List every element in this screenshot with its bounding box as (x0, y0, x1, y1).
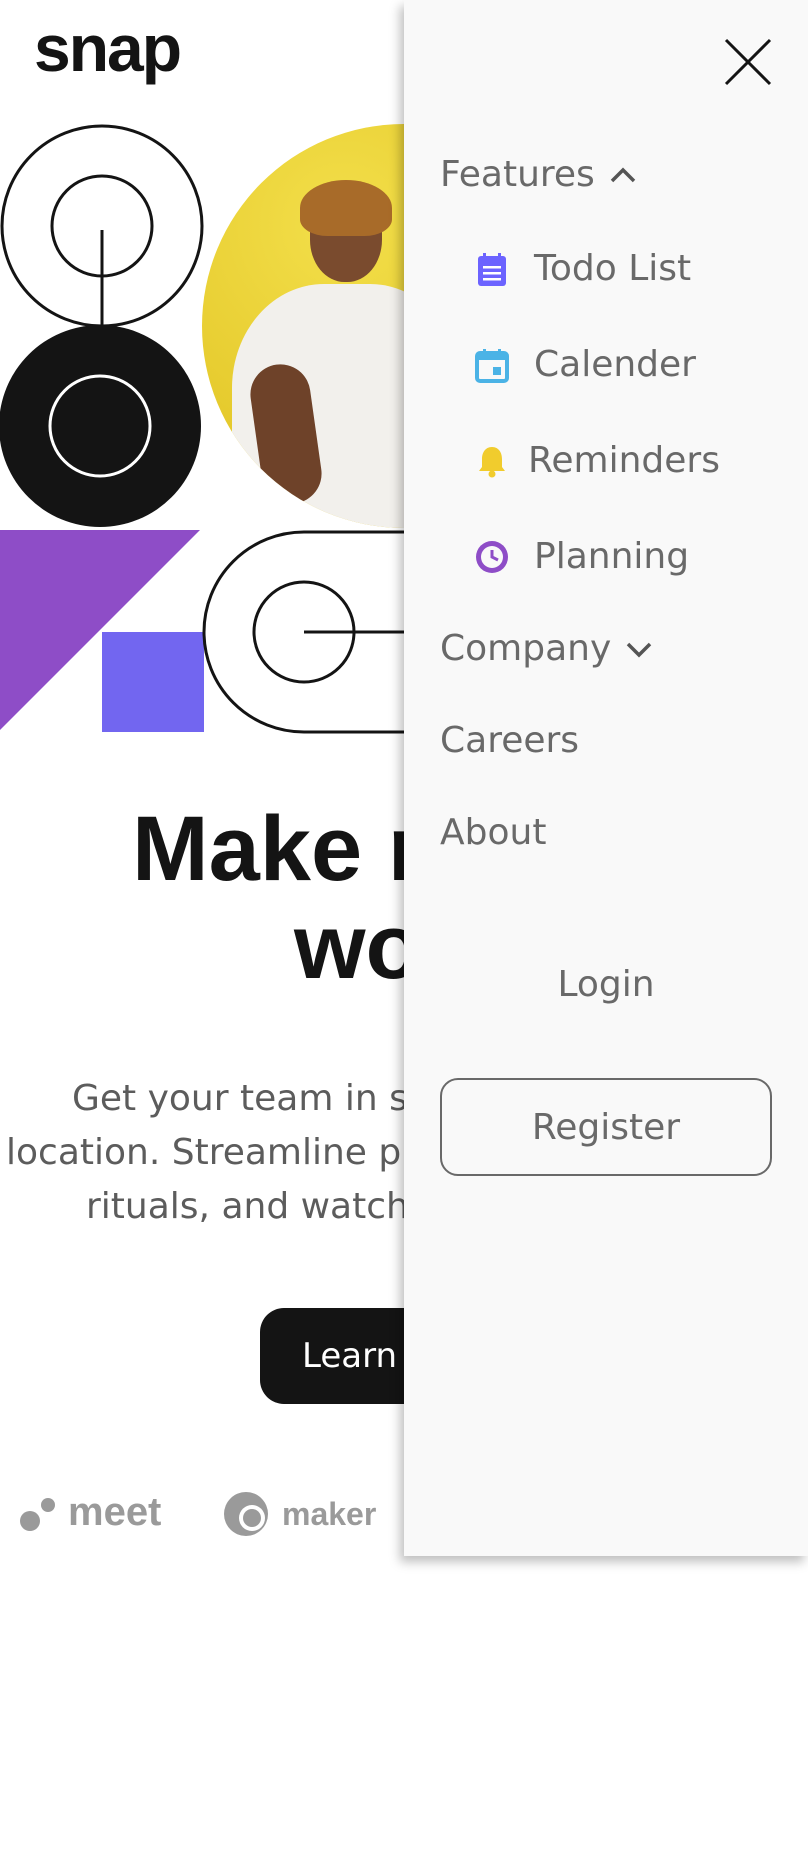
todo-list-icon (478, 252, 506, 286)
brand-maker: maker (222, 1490, 376, 1538)
reminders-label: Reminders (528, 440, 720, 481)
black-circle-shape (0, 325, 201, 527)
planning-label: Planning (534, 536, 690, 577)
careers-label: Careers (440, 720, 580, 761)
clock-icon (476, 540, 508, 573)
menu-item-careers[interactable]: Careers (440, 720, 579, 761)
calendar-label: Calender (534, 344, 696, 385)
mobile-nav-drawer: Features Todo List Calender Reminders Pl… (404, 0, 808, 1556)
brand-meet: meet (18, 1490, 161, 1535)
submenu-item-planning[interactable]: Planning (474, 536, 689, 577)
chevron-down-icon (627, 642, 652, 657)
todo-list-label: Todo List (534, 248, 692, 289)
chevron-up-icon (610, 167, 636, 182)
bell-icon (479, 446, 505, 477)
person-hair (300, 180, 392, 236)
close-icon (724, 38, 772, 86)
submenu-item-calendar[interactable]: Calender (474, 344, 696, 385)
menu-item-features[interactable]: Features (440, 154, 637, 195)
snap-logo[interactable]: snap (34, 10, 182, 86)
menu-item-about[interactable]: About (440, 812, 546, 853)
brand-maker-label: maker (282, 1495, 377, 1532)
about-label: About (440, 812, 547, 853)
submenu-item-reminders[interactable]: Reminders (474, 440, 720, 481)
landing-page: snap Make r wo Get your team in sy locat… (0, 0, 808, 1852)
submenu-item-todo-list[interactable]: Todo List (474, 248, 691, 289)
meet-logo-icon (20, 1497, 55, 1531)
close-menu-button[interactable] (718, 32, 778, 92)
features-label: Features (440, 154, 595, 195)
register-button[interactable]: Register (440, 1078, 772, 1176)
maker-logo-icon (224, 1492, 268, 1536)
calendar-icon (475, 348, 509, 383)
login-link[interactable]: Login (440, 964, 772, 1005)
menu-item-company[interactable]: Company (440, 628, 653, 669)
company-label: Company (440, 628, 612, 669)
indigo-square-shape (102, 632, 204, 732)
brand-meet-label: meet (68, 1490, 162, 1534)
